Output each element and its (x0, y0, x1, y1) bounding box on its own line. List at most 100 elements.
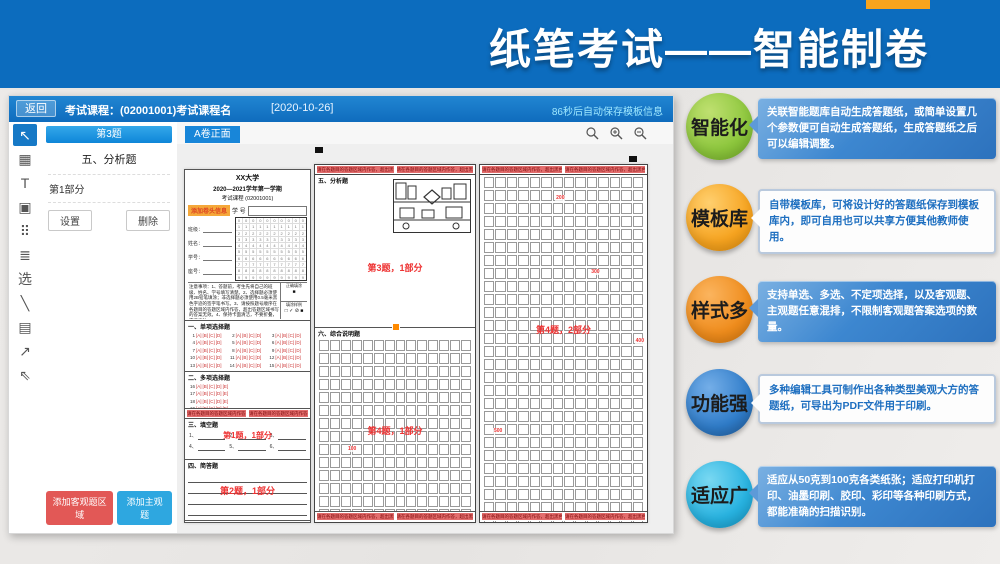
select-icon[interactable]: 选 (13, 268, 37, 290)
delete-button[interactable]: 删除 (126, 210, 170, 231)
essay-box (564, 489, 574, 500)
image-icon[interactable]: ▣ (13, 196, 37, 218)
essay-box (507, 255, 517, 266)
choice-item: 5[A][B][C][D] (228, 339, 268, 346)
search-zoom-icon[interactable] (586, 127, 599, 140)
essay-box (518, 190, 528, 201)
id-bubble: 0 (279, 218, 286, 223)
essay-box (621, 281, 631, 292)
add-subjective-button[interactable]: 添加主观题 (117, 491, 172, 525)
essay-box (341, 353, 351, 364)
essay-box (406, 444, 416, 455)
feature-circle: 样式多 (686, 276, 753, 343)
zoom-in-icon[interactable] (610, 127, 623, 140)
id-bubble: 8 (286, 268, 293, 273)
app-toolbar: 返回 考试课程：(02001001)考试课程名 [2020-10-26] 86秒… (9, 96, 673, 122)
back-button[interactable]: 返回 (16, 100, 56, 117)
essay-box (564, 268, 574, 279)
choice-bubble: [A] (196, 354, 202, 361)
choice-bubble: [B] (242, 362, 248, 369)
essay-box (598, 372, 608, 383)
choice-bubble: [D] (255, 332, 261, 339)
essay-box (553, 294, 563, 305)
essay-box (553, 229, 563, 240)
essay-box (541, 437, 551, 448)
export-icon[interactable]: ↗ (13, 340, 37, 362)
essay-box (621, 346, 631, 357)
essay-box (610, 216, 620, 227)
id-bubble: 4 (300, 243, 306, 248)
essay-box (396, 353, 406, 364)
id-bubble: 9 (279, 275, 286, 280)
save-icon[interactable]: ▤ (13, 316, 37, 338)
essay-box (319, 379, 329, 390)
essay-box (598, 346, 608, 357)
essay-box (439, 353, 449, 364)
essay-box (507, 489, 517, 500)
essay-box (428, 392, 438, 403)
panel-question-tab[interactable]: 第3题 (46, 126, 172, 143)
feature-bubble: 自带模板库，可将设计好的答题纸保存到模板库内，即可自用也可以共享方便其他教师使用… (758, 189, 996, 254)
id-bubble: 8 (271, 268, 278, 273)
choice-bubble: [C] (288, 339, 294, 346)
essay-box (633, 294, 643, 305)
essay-box (518, 268, 528, 279)
choice-bubble: [C] (209, 347, 215, 354)
choice-bubble: [D] (216, 354, 222, 361)
choice-bubble: [A] (196, 398, 202, 405)
essay-box (621, 463, 631, 474)
essay-box (319, 366, 329, 377)
essay-box (363, 457, 373, 468)
essay-box (553, 424, 563, 435)
analysis-question-section[interactable]: 五、分析题 (315, 175, 475, 328)
question-1-overlay[interactable]: 第1题，1部分 (185, 430, 310, 441)
id-bubble: 5 (286, 249, 293, 254)
essay-box (530, 489, 540, 500)
grid-icon[interactable]: ⠿ (13, 220, 37, 242)
essay-box (450, 470, 460, 481)
choice-bubble: [C] (249, 354, 255, 361)
choice-bubble: [D] (295, 347, 301, 354)
list-icon[interactable]: ≣ (13, 244, 37, 266)
essay-box (374, 457, 384, 468)
composite-question-section: 六、综合说明题 第4题，1部分 100 (315, 328, 475, 522)
essay-box (610, 177, 620, 188)
fill-sample-box: 填涂样例 □ ✓ ⊘ ■ (281, 302, 307, 320)
essay-box (598, 476, 608, 487)
line-icon[interactable]: ╲ (13, 292, 37, 314)
essay-box (507, 216, 517, 227)
id-bubble: 5 (257, 249, 264, 254)
text-icon[interactable]: T (13, 172, 37, 194)
id-bubble: 1 (236, 224, 243, 229)
essay-box (374, 379, 384, 390)
choice-bubble: [C] (209, 339, 215, 346)
id-bubble: 5 (243, 249, 250, 254)
id-bubble: 3 (243, 237, 250, 242)
zoom-out-icon[interactable] (634, 127, 647, 140)
essay-box (484, 437, 494, 448)
essay-box (530, 307, 540, 318)
essay-box (385, 340, 395, 351)
settings-button[interactable]: 设置 (48, 210, 92, 231)
question-3-overlay[interactable]: 第3题，1部分 (315, 261, 475, 274)
cursor-icon[interactable]: ⇖ (13, 364, 37, 386)
id-bubble: 8 (257, 268, 264, 273)
question-4-part2-overlay[interactable]: 第4题，2部分 (480, 323, 647, 336)
essay-box (450, 366, 460, 377)
essay-box (633, 476, 643, 487)
pointer-icon[interactable]: ↖ (13, 124, 37, 146)
blocks-icon[interactable]: ▦ (13, 148, 37, 170)
essay-box (587, 203, 597, 214)
tab-sheet-a-front[interactable]: A卷正面 (185, 126, 240, 143)
essay-box (484, 346, 494, 357)
add-header-overlay[interactable]: 添加卷头信息 (188, 205, 230, 216)
id-bubble: 4 (250, 243, 257, 248)
choice-item: 9[A][B][C][D] (267, 347, 307, 354)
answer-area-warning: 请在各题目的答题区域内作答，超出黑色矩形边框限定区域的答案无效请在各题目的答题区… (315, 165, 475, 175)
essay-box (352, 405, 362, 416)
question-2-overlay[interactable]: 第2题，1部分 (185, 484, 310, 497)
question-4-part1-overlay[interactable]: 第4题，1部分 (315, 424, 475, 437)
essay-box (507, 385, 517, 396)
add-objective-button[interactable]: 添加客观题区域 (46, 491, 113, 525)
id-bubble: 5 (264, 249, 271, 254)
